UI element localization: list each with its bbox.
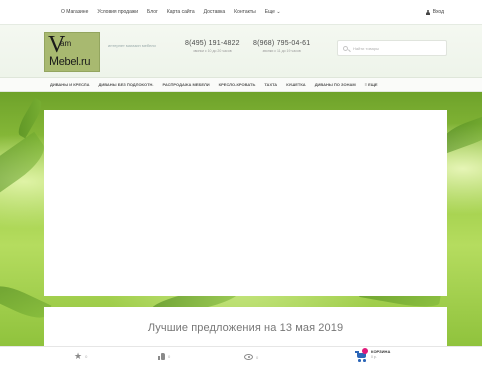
- phone-block-2: 8(968) 795-04-61 звонки с 11 до 19 часов: [253, 40, 310, 53]
- top-menu-delivery[interactable]: Доставка: [204, 9, 225, 15]
- bottom-toolbar: [0, 346, 482, 367]
- category-couch[interactable]: КУШЕТКА: [286, 82, 306, 87]
- phone-hours-2: звонки с 11 до 19 часов: [262, 49, 301, 53]
- cart-sum: 0 р.: [371, 355, 377, 359]
- top-menu-more[interactable]: Еще ⌄: [265, 9, 281, 15]
- viewed-count: 0: [256, 354, 259, 360]
- chevron-down-icon: ⌄: [276, 9, 281, 15]
- eye-icon: [244, 354, 253, 360]
- cart-info: КОРЗИНА 0 р.: [371, 349, 390, 359]
- site-logo[interactable]: V am Mebel.ru: [44, 32, 100, 72]
- top-nav: О Магазине Условия продажи Блог Карта са…: [0, 0, 482, 24]
- top-menu-terms[interactable]: Условия продажи: [97, 9, 138, 15]
- search-placeholder: Найти товары: [353, 45, 379, 51]
- user-icon: [426, 9, 431, 15]
- compare-button[interactable]: 0: [158, 353, 170, 360]
- search-icon: [343, 45, 348, 51]
- best-offers-title: Лучшие предложения на 13 мая 2019: [44, 307, 447, 348]
- category-more-label: ЕЩЕ: [368, 82, 378, 87]
- cart-label: КОРЗИНА: [371, 349, 391, 354]
- top-menu-about[interactable]: О Магазине: [61, 9, 88, 15]
- category-list: ДИВАНЫ И КРЕСЛА ДИВАНЫ БЕЗ ПОДЛОКОТН. РА…: [50, 82, 378, 87]
- hamburger-icon: ≡: [364, 82, 368, 87]
- cart-button[interactable]: КОРЗИНА 0 р.: [355, 348, 390, 362]
- phone-block-1: 8(495) 191-4822 звонки с 10 до 20 часов: [185, 40, 240, 53]
- category-bar: ДИВАНЫ И КРЕСЛА ДИВАНЫ БЕЗ ПОДЛОКОТН. РА…: [0, 78, 482, 92]
- phone-number-1[interactable]: 8(495) 191-4822: [185, 40, 240, 47]
- leaf-decoration: [14, 97, 46, 139]
- login-link[interactable]: Вход: [426, 9, 444, 15]
- top-menu-contacts[interactable]: Контакты: [234, 9, 256, 15]
- favorites-button[interactable]: ★ 0: [74, 352, 87, 361]
- logo-rest: ebel.ru: [58, 56, 91, 68]
- hero-banner[interactable]: [44, 110, 447, 296]
- cart-icon: [355, 348, 368, 362]
- logo-top-text: am: [60, 39, 72, 48]
- cart-wheel: [363, 359, 366, 362]
- logo-bottom-text: Mebel.ru: [49, 54, 91, 68]
- top-menu-more-label: Еще: [264, 9, 275, 15]
- category-furniture-sale[interactable]: РАСПРОДАЖА МЕБЕЛИ: [163, 82, 210, 87]
- top-menu-sitemap[interactable]: Карта сайта: [167, 9, 195, 15]
- category-sofas-no-armrests[interactable]: ДИВАНЫ БЕЗ ПОДЛОКОТН.: [98, 82, 153, 87]
- favorites-count: 0: [85, 354, 88, 359]
- category-more[interactable]: ≡ ЕЩЕ: [365, 82, 378, 87]
- cart-badge: [362, 348, 368, 354]
- phone-number-2[interactable]: 8(968) 795-04-61: [253, 40, 310, 47]
- compare-count: 0: [168, 354, 171, 359]
- category-sofas-by-zone[interactable]: ДИВАНЫ ПО ЗОНАМ: [315, 82, 356, 87]
- star-icon: ★: [74, 351, 83, 361]
- category-armchair-beds[interactable]: КРЕСЛО-КРОВАТЬ: [219, 82, 256, 87]
- cart-wheel: [358, 359, 361, 362]
- login-label: Вход: [432, 9, 444, 15]
- logo-m: M: [49, 54, 59, 68]
- top-menu: О Магазине Условия продажи Блог Карта са…: [61, 9, 281, 15]
- phone-hours-1: звонки с 10 до 20 часов: [193, 49, 232, 53]
- category-sofas-armchairs[interactable]: ДИВАНЫ И КРЕСЛА: [50, 82, 89, 87]
- search-input[interactable]: Найти товары: [337, 40, 447, 56]
- category-tahta[interactable]: ТАХТА: [264, 82, 277, 87]
- thumbs-up-icon: [158, 353, 165, 360]
- viewed-button[interactable]: 0: [244, 354, 258, 360]
- site-slogan: интернет магазин мебели: [108, 43, 156, 48]
- top-menu-blog[interactable]: Блог: [147, 9, 158, 15]
